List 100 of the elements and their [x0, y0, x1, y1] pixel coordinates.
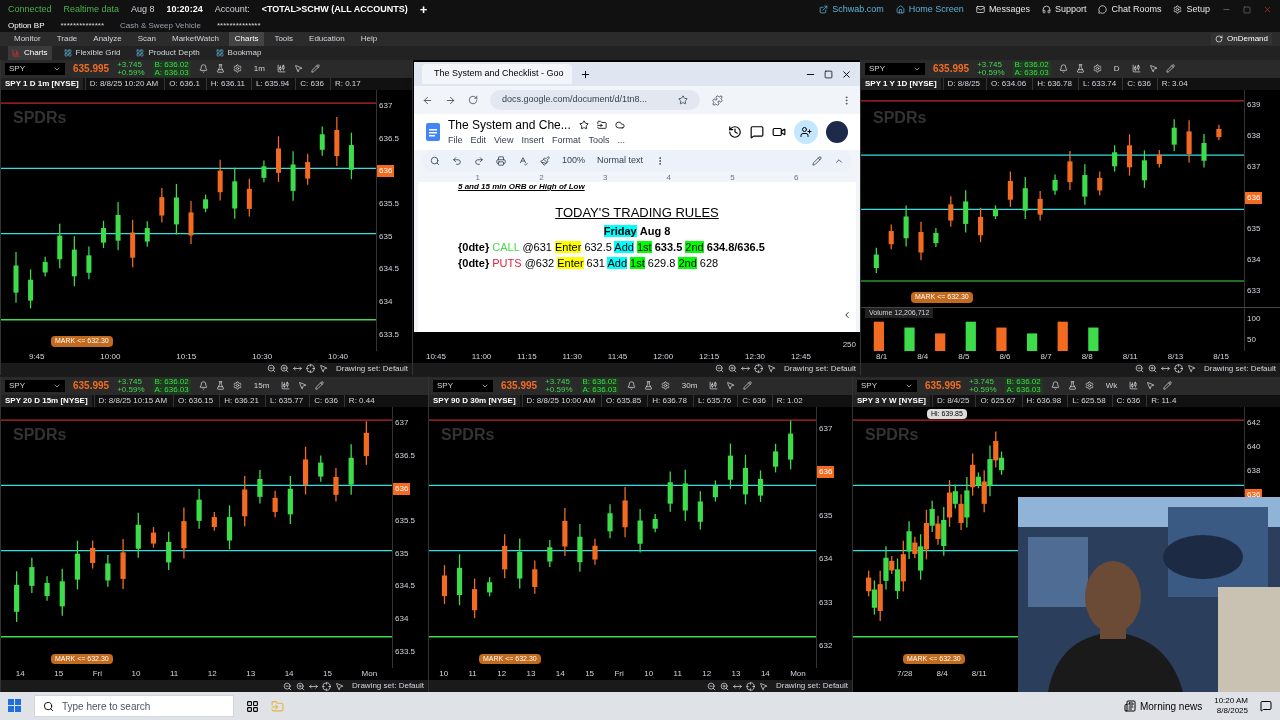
drawing-set-label[interactable]: Drawing set: Default: [783, 362, 856, 375]
menu-tab[interactable]: Help: [354, 31, 384, 46]
y-axis-label: 634: [394, 613, 410, 625]
rule-text: 1st: [630, 256, 645, 269]
browser-tab[interactable]: The System and Checklist - Goo: [422, 64, 572, 84]
document-title[interactable]: The System and Che...: [448, 116, 571, 135]
last-price: 635.995: [73, 62, 110, 77]
x-axis-label: Mon: [790, 668, 806, 681]
symbol-field[interactable]: SPY: [865, 62, 925, 75]
menu-tab[interactable]: MarketWatch: [166, 31, 225, 46]
menu-item[interactable]: View: [494, 134, 514, 148]
timeframe-button[interactable]: 1m: [249, 62, 269, 75]
taskbar-date: 8/8/2025: [1216, 706, 1248, 717]
last-price: 635.995: [933, 62, 970, 77]
y-axis-label: 633.5: [378, 328, 401, 341]
x-axis-label: 12:45: [790, 350, 811, 363]
x-axis-label: 15: [323, 668, 332, 681]
add-button[interactable]: +: [419, 0, 428, 20]
ohlc-value: H: 636.21: [219, 394, 263, 407]
menu-item[interactable]: ...: [617, 134, 625, 148]
y-axis-label: 635: [1246, 223, 1262, 236]
rule-text: PUTS: [492, 256, 522, 269]
timeframe-button[interactable]: 30m: [677, 379, 702, 392]
x-axis-label: 8/6: [999, 350, 1011, 363]
zoom-select[interactable]: 100%: [562, 154, 586, 168]
menu-tab[interactable]: Scan: [131, 31, 162, 46]
last-price: 635.995: [501, 379, 538, 394]
taskbar-search-field[interactable]: Type here to search: [34, 695, 234, 718]
style-select[interactable]: Normal text: [597, 154, 644, 168]
x-axis-label: 8/1: [876, 350, 888, 363]
subtab[interactable]: Bookmap: [211, 45, 266, 60]
subtab[interactable]: Product Depth: [132, 45, 204, 60]
menu-tab[interactable]: Tools: [268, 31, 300, 46]
ohlc-value: C: 636: [1122, 77, 1155, 90]
header-link[interactable]: Chat Rooms: [1098, 3, 1162, 17]
y-axis-label: 634: [818, 553, 834, 566]
menu-item[interactable]: Format: [551, 134, 581, 148]
timeframe-button[interactable]: Wk: [1101, 379, 1122, 392]
ohlc-value: R: 0.44: [343, 394, 379, 407]
x-axis-label: Fri: [92, 668, 102, 681]
x-axis-label: 15: [585, 668, 595, 681]
menu-tab[interactable]: Trade: [50, 31, 84, 46]
symbol-field[interactable]: SPY: [5, 379, 65, 392]
address-bar[interactable]: docs.google.com/document/d/1tn8...: [490, 90, 700, 110]
menu-tab[interactable]: Analyze: [87, 31, 128, 46]
header-link[interactable]: Home Screen: [895, 3, 964, 17]
ask-price: A: 636.03: [582, 385, 617, 394]
y-axis-label: 636: [377, 165, 395, 178]
rule-text: 634.8/636.5: [706, 240, 765, 253]
drawing-set-label[interactable]: Drawing set: Default: [351, 680, 424, 693]
header-link[interactable]: Support: [1041, 3, 1087, 17]
menu-item[interactable]: File: [448, 134, 463, 148]
x-axis-label: 8/15: [1213, 350, 1229, 363]
cash-label: Cash & Sweep Vehicle: [120, 19, 201, 32]
timeframe-button[interactable]: D: [1109, 62, 1124, 75]
ohlc-value: C: 636: [1111, 394, 1145, 407]
symbol-field[interactable]: SPY: [857, 379, 917, 392]
rules-heading: TODAY'S TRADING RULES: [554, 204, 720, 222]
menu-tab[interactable]: Monitor: [8, 31, 47, 46]
x-axis-label: 14: [760, 668, 770, 681]
x-axis-label: 12: [702, 668, 712, 681]
ohlc-value: R: 1.02: [771, 394, 807, 407]
y-axis-label: 633.5: [394, 645, 417, 658]
menu-item[interactable]: Edit: [470, 134, 487, 148]
ohlc-value: L: 635.77: [264, 394, 308, 407]
on-demand-button[interactable]: OnDemand: [1211, 32, 1272, 45]
menu-tab[interactable]: Education: [303, 31, 351, 46]
taskbar-time: 10:20 AM: [1214, 696, 1248, 707]
symbol-field[interactable]: SPY: [5, 62, 65, 75]
y-axis-label: 636: [1245, 192, 1263, 205]
rule-text: 2nd: [678, 256, 697, 269]
subtab[interactable]: Flexible Grid: [59, 45, 125, 60]
rule-text: 2nd: [685, 240, 704, 253]
menu-item[interactable]: Tools: [588, 134, 610, 148]
last-price: 635.995: [925, 379, 962, 394]
header-link[interactable]: Setup: [1173, 3, 1210, 17]
drawing-set-label[interactable]: Drawing set: Default: [775, 680, 848, 693]
drawing-set-label[interactable]: Drawing set: Default: [1203, 362, 1276, 375]
net-change: +3.745: [969, 377, 995, 386]
menu-item[interactable]: Insert: [521, 134, 544, 148]
symbol-field[interactable]: SPY: [433, 379, 493, 392]
x-axis-label: 10:00: [100, 350, 121, 363]
rule-text: {0dte}: [458, 256, 490, 269]
y-axis-label: 642: [1246, 416, 1262, 429]
x-axis-label: 11:45: [607, 350, 628, 363]
x-axis-label: 9:45: [28, 350, 45, 363]
y-axis-label: 634: [378, 295, 394, 308]
timeframe-button[interactable]: 15m: [249, 379, 274, 392]
news-widget[interactable]: Morning news: [1123, 698, 1203, 714]
ohlc-value: R: 0.17: [329, 77, 365, 90]
x-axis-label: 12: [497, 668, 507, 681]
y-axis-label: 636.5: [394, 449, 417, 462]
header-link[interactable]: Messages: [975, 3, 1030, 17]
ohlc-value: H: 636.78: [1032, 77, 1076, 90]
drawing-set-label[interactable]: Drawing set: Default: [335, 362, 408, 375]
clock-label: 10:20:24: [166, 3, 203, 17]
x-axis-label: 8/4: [917, 350, 929, 363]
header-link[interactable]: Schwab.com: [819, 3, 884, 17]
account-select[interactable]: <TOTAL>SCHW (ALL ACCOUNTS): [261, 3, 408, 17]
y-axis-label: 633: [818, 596, 834, 609]
